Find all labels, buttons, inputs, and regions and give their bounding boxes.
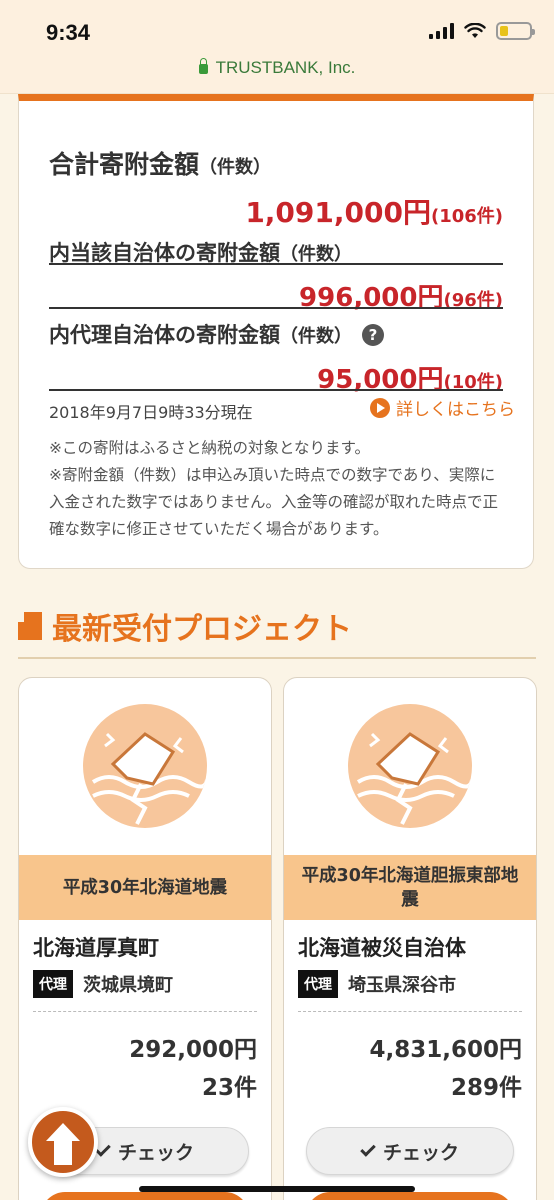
total-donation-label: 合計寄附金額（件数） bbox=[49, 150, 272, 179]
building-icon bbox=[18, 612, 42, 640]
check-button[interactable]: チェック bbox=[306, 1127, 514, 1175]
help-icon[interactable]: ? bbox=[362, 324, 384, 346]
local-donation-label: 内当該自治体の寄附金額（件数） bbox=[49, 241, 352, 265]
as-of-timestamp: 2018年9月7日9時33分現在 bbox=[49, 403, 253, 422]
divider bbox=[298, 1011, 522, 1012]
play-arrow-icon bbox=[370, 397, 390, 418]
project-amount: 4,831,600円 bbox=[369, 1037, 523, 1063]
total-donation-amount: 1,091,000円(106件) bbox=[245, 196, 503, 229]
arrow-up-icon bbox=[46, 1123, 80, 1165]
tax-note: ※この寄附はふるさと納税の対象となります。 bbox=[49, 439, 370, 457]
check-button-label: チェック bbox=[117, 1141, 194, 1164]
total-donation-row: 合計寄附金額（件数） 1,091,000円(106件) bbox=[49, 145, 503, 265]
section-title: 最新受付プロジェクト bbox=[18, 604, 352, 648]
section-divider bbox=[18, 657, 536, 659]
proxy-donation-row: 内代理自治体の寄附金額（件数）? 95,000円(10件) bbox=[49, 319, 503, 396]
earthquake-icon bbox=[83, 704, 207, 828]
browser-top-bar: 9:34 TRUSTBANK, Inc. bbox=[0, 0, 554, 94]
checkmark-icon bbox=[360, 1141, 376, 1157]
details-link[interactable]: 詳しくはこちら bbox=[370, 395, 515, 420]
project-count: 289件 bbox=[450, 1075, 522, 1101]
check-button-label: チェック bbox=[382, 1141, 459, 1164]
local-donation-row: 内当該自治体の寄附金額（件数） 996,000円(96件) bbox=[49, 237, 503, 314]
project-tag: 平成30年北海道胆振東部地震 bbox=[284, 855, 536, 920]
home-indicator bbox=[139, 1186, 415, 1192]
donate-button[interactable] bbox=[306, 1192, 514, 1200]
details-link-label: 詳しくはこちら bbox=[396, 400, 515, 420]
cellular-signal-icon bbox=[429, 23, 454, 39]
proxy-info: 代理 茨城県境町 bbox=[33, 970, 173, 998]
proxy-donation-label: 内代理自治体の寄附金額（件数）? bbox=[49, 319, 503, 349]
proxy-municipality: 埼玉県深谷市 bbox=[348, 975, 456, 996]
disclaimer-note: ※寄附金額（件数）は申込み頂いた時点での数字であり、実際に入金された数字ではあり… bbox=[49, 466, 499, 538]
wifi-icon bbox=[464, 23, 486, 38]
municipality-name: 北海道厚真町 bbox=[33, 936, 159, 960]
earthquake-icon bbox=[348, 704, 472, 828]
project-tag: 平成30年北海道地震 bbox=[19, 855, 271, 920]
section-title-text: 最新受付プロジェクト bbox=[52, 612, 352, 647]
divider bbox=[49, 307, 503, 309]
url-bar[interactable]: TRUSTBANK, Inc. bbox=[0, 58, 554, 78]
municipality-name: 北海道被災自治体 bbox=[298, 936, 466, 960]
status-time: 9:34 bbox=[46, 20, 91, 45]
divider bbox=[33, 1011, 257, 1012]
url-label: TRUSTBANK, Inc. bbox=[215, 58, 356, 77]
donate-button[interactable] bbox=[41, 1192, 249, 1200]
status-icons bbox=[429, 22, 535, 40]
scroll-to-top-button[interactable] bbox=[28, 1107, 98, 1177]
project-card[interactable]: 平成30年北海道胆振東部地震 北海道被災自治体 代理 埼玉県深谷市 4,831,… bbox=[283, 677, 537, 1200]
proxy-badge: 代理 bbox=[33, 970, 73, 998]
project-count: 23件 bbox=[201, 1075, 257, 1101]
lock-icon bbox=[198, 58, 208, 74]
proxy-badge: 代理 bbox=[298, 970, 338, 998]
proxy-info: 代理 埼玉県深谷市 bbox=[298, 970, 456, 998]
donation-summary-card: 合計寄附金額（件数） 1,091,000円(106件) 内当該自治体の寄附金額（… bbox=[18, 94, 534, 569]
project-amount: 292,000円 bbox=[129, 1037, 257, 1063]
battery-icon bbox=[496, 22, 535, 40]
divider bbox=[49, 389, 503, 391]
proxy-municipality: 茨城県境町 bbox=[83, 975, 173, 996]
